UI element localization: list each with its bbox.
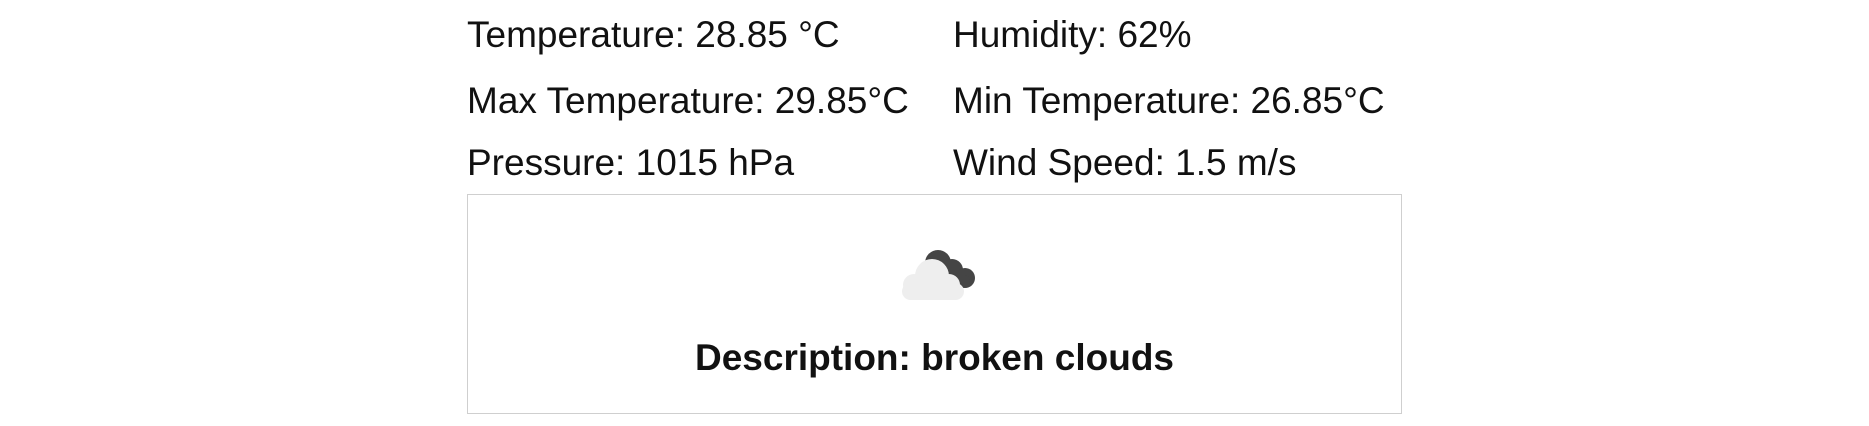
pressure-text: Pressure: 1015 hPa (467, 142, 795, 183)
min-temperature-text: Min Temperature: 26.85°C (953, 80, 1385, 121)
wind-speed-text: Wind Speed: 1.5 m/s (953, 142, 1297, 183)
broken-clouds-icon (902, 250, 975, 300)
weather-description: Description: broken clouds (694, 337, 1174, 378)
temperature-text: Temperature: 28.85 °C (467, 14, 840, 55)
stats-row-1: Temperature: 28.85 °C Humidity: 62% (467, 0, 1403, 70)
humidity-text: Humidity: 62% (953, 14, 1192, 55)
stats-row-2: Max Temperature: 29.85°C Min Temperature… (467, 70, 1403, 132)
max-temperature-text: Max Temperature: 29.85°C (467, 80, 909, 121)
weather-description-card: Description: broken clouds (467, 194, 1402, 414)
stats-row-3: Pressure: 1015 hPa Wind Speed: 1.5 m/s (467, 132, 1403, 194)
weather-stats: Temperature: 28.85 °C Humidity: 62% Max … (467, 0, 1403, 194)
